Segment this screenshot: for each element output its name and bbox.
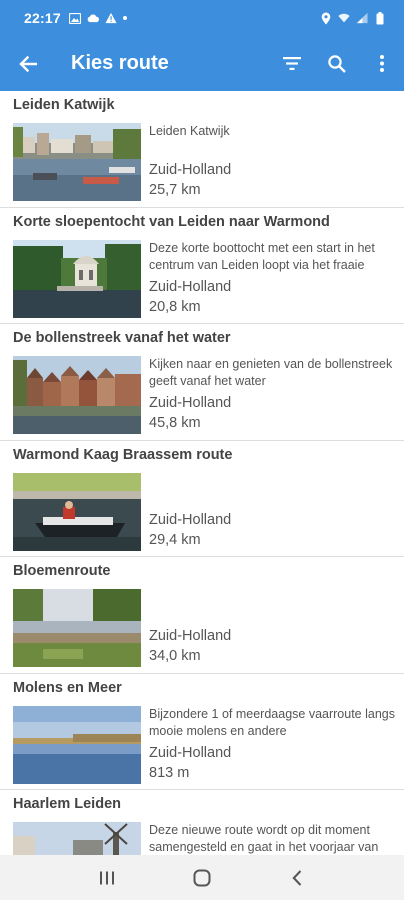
route-item-bloemenroute[interactable]: Bloemenroute Zuid-Holland 34,0 km (0, 557, 404, 674)
location-icon (320, 12, 332, 24)
battery-icon (374, 11, 386, 24)
route-description: Bijzondere 1 of meerdaagse vaarroute lan… (149, 706, 395, 738)
route-item-warmond-kaag[interactable]: Warmond Kaag Braassem route Zuid-Holland… (0, 441, 404, 557)
cloud-icon (87, 12, 99, 24)
more-options-button[interactable] (359, 36, 404, 91)
app-bar: Kies route (0, 36, 404, 91)
route-title: Bloemenroute (13, 563, 111, 579)
app-bar-actions (269, 36, 404, 91)
route-title: Molens en Meer (13, 679, 122, 696)
back-button[interactable] (0, 36, 56, 91)
dot-icon (122, 16, 127, 20)
arrow-left-icon (19, 55, 37, 72)
system-nav-bar (0, 855, 404, 900)
route-title: Haarlem Leiden (13, 796, 121, 812)
recents-button[interactable] (77, 855, 137, 900)
warning-icon (105, 12, 117, 24)
image-icon (68, 12, 81, 24)
route-item-haarlem-leiden[interactable]: Haarlem Leiden Deze nieuwe route wordt o… (0, 790, 404, 855)
route-item-bollenstreek[interactable]: De bollenstreek vanaf het water Kijken n… (0, 324, 404, 441)
filter-icon (282, 57, 301, 70)
home-icon (193, 869, 211, 886)
route-region: Zuid-Holland (149, 628, 232, 644)
status-time: 22:17 (24, 10, 61, 26)
search-icon (327, 54, 346, 73)
page-title: Kies route (71, 52, 169, 74)
route-region: Zuid-Holland (149, 162, 232, 178)
route-region: Zuid-Holland (149, 744, 232, 761)
route-description: Kijken naar en genieten van de bollenstr… (149, 357, 393, 388)
recents-icon (100, 871, 115, 884)
route-region: Zuid-Holland (149, 278, 232, 295)
route-description (149, 589, 399, 623)
route-image-pavilion (13, 239, 141, 318)
route-distance: 45,8 km (149, 415, 201, 431)
filter-button[interactable] (269, 36, 314, 91)
route-title: Leiden Katwijk (13, 97, 115, 113)
route-description: Deze korte boottocht met een start in he… (149, 240, 375, 272)
route-item-leiden-katwijk[interactable]: Leiden Katwijk Leiden Katwijk Zuid-Holla… (0, 91, 404, 208)
route-distance: 34,0 km (149, 648, 201, 664)
route-image-windmill (13, 822, 141, 855)
home-button[interactable] (172, 855, 232, 900)
route-description: Deze nieuwe route wordt op dit moment sa… (149, 823, 379, 854)
route-item-molens-en-meer[interactable]: Molens en Meer Bijzondere 1 of meerdaags… (0, 674, 404, 790)
back-icon (292, 869, 301, 886)
route-region: Zuid-Holland (149, 395, 232, 411)
route-distance: 813 m (149, 764, 190, 781)
status-icons-right (320, 11, 386, 24)
route-image-harbor (13, 123, 141, 201)
route-distance: 25,7 km (149, 182, 201, 198)
route-description: Leiden Katwijk (149, 124, 230, 138)
route-title: De bollenstreek vanaf het water (13, 330, 231, 346)
more-vert-icon (379, 55, 384, 72)
search-button[interactable] (314, 36, 359, 91)
route-image-calm-lake (13, 705, 141, 784)
route-title: Korte sloepentocht van Leiden naar Warmo… (13, 213, 330, 230)
route-item-korte-sloepentocht[interactable]: Korte sloepentocht van Leiden naar Warmo… (0, 208, 404, 324)
route-image-canal-houses (13, 356, 141, 434)
route-distance: 29,4 km (149, 531, 201, 548)
status-icons-left (68, 12, 127, 24)
route-distance: 20,8 km (149, 298, 201, 315)
route-title: Warmond Kaag Braassem route (13, 446, 233, 463)
nav-back-button[interactable] (267, 855, 327, 900)
route-image-lake-tree (13, 589, 141, 667)
status-bar: 22:17 (0, 0, 404, 36)
signal-icon (356, 12, 368, 24)
route-description (149, 473, 399, 507)
route-list: Leiden Katwijk Leiden Katwijk Zuid-Holla… (0, 91, 404, 855)
wifi-icon (338, 12, 350, 24)
route-image-sloop (13, 472, 141, 551)
route-region: Zuid-Holland (149, 511, 232, 528)
